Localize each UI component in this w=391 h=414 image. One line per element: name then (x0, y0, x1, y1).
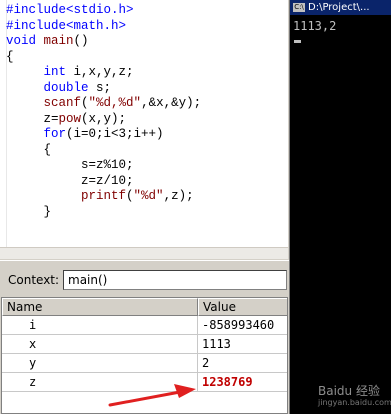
editor-horizontal-scrollbar[interactable] (0, 247, 288, 259)
variable-value: -858993460 (202, 318, 275, 332)
code-line: z=pow(x,y); (6, 111, 127, 126)
code-line: for(i=0;i<3;i++) (43, 127, 164, 141)
console-cursor (294, 40, 301, 43)
variable-row-y[interactable]: y2 (2, 354, 287, 373)
code-line: z=z/10; (6, 173, 134, 188)
code-line: } (6, 204, 52, 219)
variable-row-i[interactable]: i -858993460 (2, 316, 287, 335)
variable-name: x (29, 337, 37, 351)
column-header-value[interactable]: Value (198, 298, 287, 316)
variable-value: 1113 (202, 337, 231, 351)
code-line: s=z%10; (6, 158, 134, 172)
column-header-name[interactable]: Name (2, 298, 198, 316)
column-divider (197, 373, 198, 392)
console-title-bar: C:\ D:\Project\... (290, 0, 391, 15)
code-line: { (6, 142, 52, 157)
code-line: scanf("%d,%d",&x,&y); (43, 96, 202, 110)
variable-name: y (29, 356, 37, 370)
variables-table: Name Value i -858993460 x 1113 y 2 z 1238769 (1, 297, 288, 414)
column-divider (197, 354, 198, 373)
variable-name: z (29, 375, 37, 389)
source-code[interactable]: #include<stdio.h> #include<math.h> void ma… (6, 3, 201, 220)
watermark-sub: jingyan.baidu.com (318, 398, 391, 407)
code-line: double s; (43, 80, 112, 95)
console-icon: C:\ (293, 2, 305, 12)
code-editor[interactable]: #include<stdio.h> #include<math.h> void ma… (0, 0, 288, 259)
code-line: #include<stdio.h> (6, 3, 134, 17)
console-output: 1113,2 (293, 19, 337, 33)
console-window[interactable]: C:\ D:\Project\... 1113,2 (289, 0, 391, 414)
watch-context-bar: Context: main() (0, 260, 289, 295)
code-line: { (6, 49, 14, 64)
code-line: void main() (6, 34, 89, 48)
variable-name: i (29, 318, 37, 332)
column-divider (197, 335, 198, 354)
variable-row-x[interactable]: x 1113 (2, 335, 287, 354)
context-label: Context: (8, 273, 60, 287)
variables-header: Name Value (2, 298, 287, 316)
column-divider (197, 316, 198, 335)
console-title: D:\Project\... (308, 2, 370, 13)
code-line: #include<math.h> (6, 18, 127, 33)
watermark-text: Baidu 经验 (318, 384, 380, 398)
variable-row-z[interactable]: z 1238769 (2, 373, 287, 392)
variable-value: 1238769 (202, 375, 253, 389)
variable-value: 2 (202, 356, 210, 370)
code-line: int i,x,y,z; (43, 65, 134, 79)
code-line: printf("%d",z); (81, 189, 194, 203)
context-dropdown[interactable]: main() (63, 270, 287, 290)
